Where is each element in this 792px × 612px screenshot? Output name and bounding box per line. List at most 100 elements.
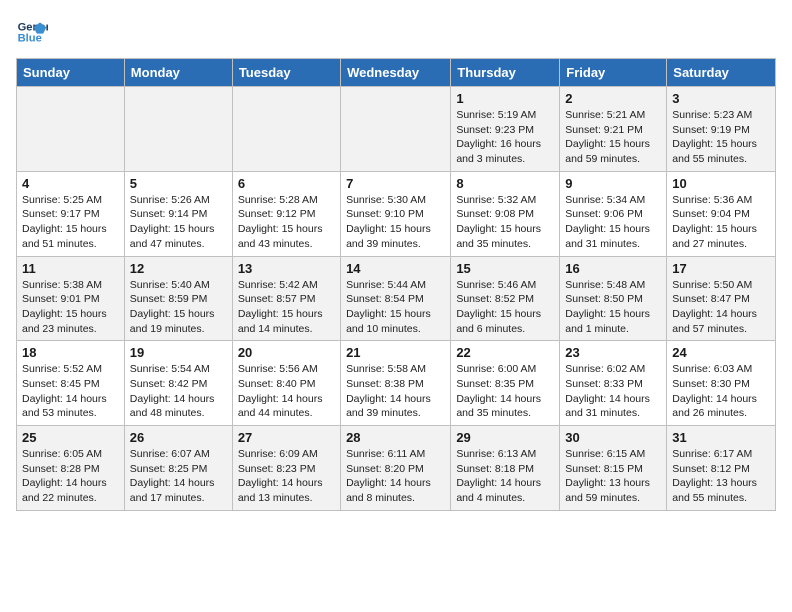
logo: General Blue (16, 16, 52, 48)
calendar-cell: 27 Sunrise: 6:09 AM Sunset: 8:23 PM Dayli… (232, 426, 340, 511)
calendar-cell (341, 87, 451, 172)
calendar-cell (124, 87, 232, 172)
day-header-sunday: Sunday (17, 59, 125, 87)
calendar-cell: 8 Sunrise: 5:32 AM Sunset: 9:08 PM Daylig… (451, 171, 560, 256)
day-number: 15 (456, 261, 554, 276)
day-info: Sunrise: 5:34 AM Sunset: 9:06 PM Dayligh… (565, 193, 661, 252)
day-info: Sunrise: 5:56 AM Sunset: 8:40 PM Dayligh… (238, 362, 335, 421)
day-header-tuesday: Tuesday (232, 59, 340, 87)
day-number: 7 (346, 176, 445, 191)
calendar-cell: 21 Sunrise: 5:58 AM Sunset: 8:38 PM Dayli… (341, 341, 451, 426)
calendar-cell: 3 Sunrise: 5:23 AM Sunset: 9:19 PM Daylig… (667, 87, 776, 172)
day-number: 11 (22, 261, 119, 276)
calendar-table: SundayMondayTuesdayWednesdayThursdayFrid… (16, 58, 776, 511)
calendar-cell: 28Sunrise: 6:11 AM Sunset: 8:20 PM Dayli… (341, 426, 451, 511)
calendar-cell: 11 Sunrise: 5:38 AM Sunset: 9:01 PM Dayli… (17, 256, 125, 341)
day-header-monday: Monday (124, 59, 232, 87)
calendar-cell: 23Sunrise: 6:02 AM Sunset: 8:33 PM Dayli… (560, 341, 667, 426)
calendar-body: 1 Sunrise: 5:19 AM Sunset: 9:23 PM Daylig… (17, 87, 776, 511)
day-info: Sunrise: 6:00 AM Sunset: 8:35 PM Dayligh… (456, 362, 554, 421)
day-header-thursday: Thursday (451, 59, 560, 87)
day-info: Sunrise: 5:25 AM Sunset: 9:17 PM Dayligh… (22, 193, 119, 252)
calendar-cell: 17 Sunrise: 5:50 AM Sunset: 8:47 PM Dayli… (667, 256, 776, 341)
day-header-wednesday: Wednesday (341, 59, 451, 87)
calendar-cell: 22 Sunrise: 6:00 AM Sunset: 8:35 PM Dayli… (451, 341, 560, 426)
header: General Blue (16, 16, 776, 48)
day-number: 2 (565, 91, 661, 106)
day-number: 22 (456, 345, 554, 360)
calendar-cell: 31 Sunrise: 6:17 AM Sunset: 8:12 PM Dayli… (667, 426, 776, 511)
day-number: 24 (672, 345, 770, 360)
calendar-cell: 9 Sunrise: 5:34 AM Sunset: 9:06 PM Daylig… (560, 171, 667, 256)
day-number: 13 (238, 261, 335, 276)
day-number: 29 (456, 430, 554, 445)
day-number: 25 (22, 430, 119, 445)
day-info: Sunrise: 5:32 AM Sunset: 9:08 PM Dayligh… (456, 193, 554, 252)
day-info: Sunrise: 5:36 AM Sunset: 9:04 PM Dayligh… (672, 193, 770, 252)
day-number: 21 (346, 345, 445, 360)
calendar-cell: 7Sunrise: 5:30 AM Sunset: 9:10 PM Daylig… (341, 171, 451, 256)
calendar-cell: 6 Sunrise: 5:28 AM Sunset: 9:12 PM Daylig… (232, 171, 340, 256)
day-info: Sunrise: 5:46 AM Sunset: 8:52 PM Dayligh… (456, 278, 554, 337)
calendar-cell (17, 87, 125, 172)
day-info: Sunrise: 5:38 AM Sunset: 9:01 PM Dayligh… (22, 278, 119, 337)
calendar-cell: 24 Sunrise: 6:03 AM Sunset: 8:30 PM Dayli… (667, 341, 776, 426)
day-info: Sunrise: 5:44 AM Sunset: 8:54 PM Dayligh… (346, 278, 445, 337)
day-number: 3 (672, 91, 770, 106)
day-number: 4 (22, 176, 119, 191)
day-number: 20 (238, 345, 335, 360)
calendar-cell: 4 Sunrise: 5:25 AM Sunset: 9:17 PM Daylig… (17, 171, 125, 256)
day-info: Sunrise: 5:42 AM Sunset: 8:57 PM Dayligh… (238, 278, 335, 337)
logo-icon: General Blue (16, 16, 48, 48)
day-info: Sunrise: 6:13 AM Sunset: 8:18 PM Dayligh… (456, 447, 554, 506)
day-number: 26 (130, 430, 227, 445)
day-number: 14 (346, 261, 445, 276)
day-info: Sunrise: 6:03 AM Sunset: 8:30 PM Dayligh… (672, 362, 770, 421)
calendar-cell: 5Sunrise: 5:26 AM Sunset: 9:14 PM Daylig… (124, 171, 232, 256)
day-info: Sunrise: 5:54 AM Sunset: 8:42 PM Dayligh… (130, 362, 227, 421)
calendar-week-2: 4 Sunrise: 5:25 AM Sunset: 9:17 PM Daylig… (17, 171, 776, 256)
calendar-header-row: SundayMondayTuesdayWednesdayThursdayFrid… (17, 59, 776, 87)
day-header-saturday: Saturday (667, 59, 776, 87)
day-number: 1 (456, 91, 554, 106)
day-number: 30 (565, 430, 661, 445)
day-number: 16 (565, 261, 661, 276)
calendar-week-1: 1 Sunrise: 5:19 AM Sunset: 9:23 PM Daylig… (17, 87, 776, 172)
calendar-cell: 30Sunrise: 6:15 AM Sunset: 8:15 PM Dayli… (560, 426, 667, 511)
day-info: Sunrise: 6:17 AM Sunset: 8:12 PM Dayligh… (672, 447, 770, 506)
calendar-cell: 16Sunrise: 5:48 AM Sunset: 8:50 PM Dayli… (560, 256, 667, 341)
calendar-cell (232, 87, 340, 172)
calendar-week-4: 18 Sunrise: 5:52 AM Sunset: 8:45 PM Dayli… (17, 341, 776, 426)
calendar-cell: 2 Sunrise: 5:21 AM Sunset: 9:21 PM Daylig… (560, 87, 667, 172)
day-number: 8 (456, 176, 554, 191)
day-info: Sunrise: 5:58 AM Sunset: 8:38 PM Dayligh… (346, 362, 445, 421)
calendar-week-5: 25 Sunrise: 6:05 AM Sunset: 8:28 PM Dayli… (17, 426, 776, 511)
calendar-cell: 12 Sunrise: 5:40 AM Sunset: 8:59 PM Dayli… (124, 256, 232, 341)
day-header-friday: Friday (560, 59, 667, 87)
day-info: Sunrise: 6:02 AM Sunset: 8:33 PM Dayligh… (565, 362, 661, 421)
day-info: Sunrise: 6:05 AM Sunset: 8:28 PM Dayligh… (22, 447, 119, 506)
calendar-cell: 26 Sunrise: 6:07 AM Sunset: 8:25 PM Dayli… (124, 426, 232, 511)
day-info: Sunrise: 5:52 AM Sunset: 8:45 PM Dayligh… (22, 362, 119, 421)
day-number: 17 (672, 261, 770, 276)
day-info: Sunrise: 5:23 AM Sunset: 9:19 PM Dayligh… (672, 108, 770, 167)
day-number: 6 (238, 176, 335, 191)
calendar-cell: 20 Sunrise: 5:56 AM Sunset: 8:40 PM Dayli… (232, 341, 340, 426)
day-info: Sunrise: 5:40 AM Sunset: 8:59 PM Dayligh… (130, 278, 227, 337)
day-info: Sunrise: 5:19 AM Sunset: 9:23 PM Dayligh… (456, 108, 554, 167)
day-number: 31 (672, 430, 770, 445)
day-info: Sunrise: 5:21 AM Sunset: 9:21 PM Dayligh… (565, 108, 661, 167)
day-info: Sunrise: 5:50 AM Sunset: 8:47 PM Dayligh… (672, 278, 770, 337)
calendar-cell: 13 Sunrise: 5:42 AM Sunset: 8:57 PM Dayli… (232, 256, 340, 341)
day-number: 18 (22, 345, 119, 360)
calendar-cell: 19Sunrise: 5:54 AM Sunset: 8:42 PM Dayli… (124, 341, 232, 426)
calendar-cell: 29 Sunrise: 6:13 AM Sunset: 8:18 PM Dayli… (451, 426, 560, 511)
day-info: Sunrise: 6:07 AM Sunset: 8:25 PM Dayligh… (130, 447, 227, 506)
day-number: 27 (238, 430, 335, 445)
day-info: Sunrise: 6:09 AM Sunset: 8:23 PM Dayligh… (238, 447, 335, 506)
day-info: Sunrise: 5:28 AM Sunset: 9:12 PM Dayligh… (238, 193, 335, 252)
day-number: 9 (565, 176, 661, 191)
calendar-cell: 18 Sunrise: 5:52 AM Sunset: 8:45 PM Dayli… (17, 341, 125, 426)
day-number: 12 (130, 261, 227, 276)
day-number: 5 (130, 176, 227, 191)
